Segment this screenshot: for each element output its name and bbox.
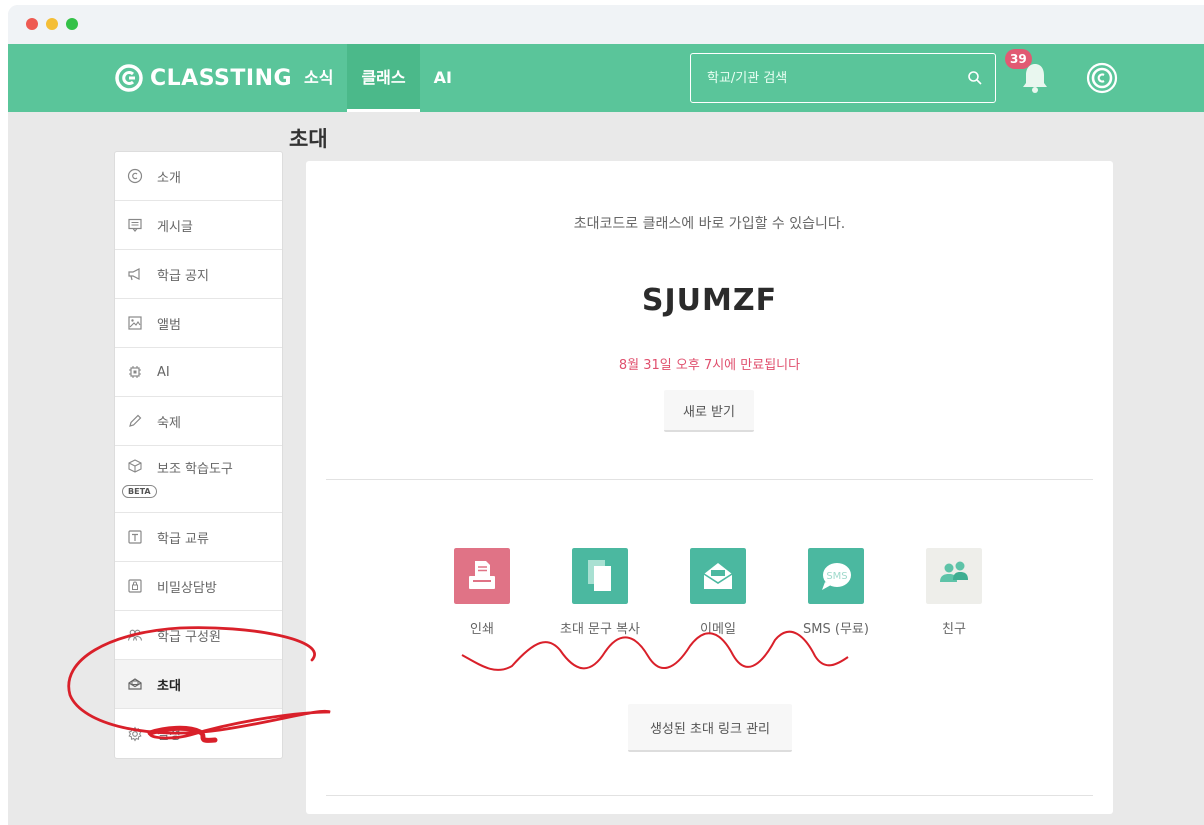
invite-description: 초대코드로 클래스에 바로 가입할 수 있습니다. [573,216,846,232]
close-window-button[interactable] [26,18,38,30]
nav-class[interactable]: 클래스 [347,44,420,112]
sidebar-item-label: 게시글 [157,219,193,235]
sidebar-item-invite[interactable]: 초대 [115,660,282,709]
nav-ai[interactable]: AI [420,44,466,112]
sidebar-item-intro[interactable]: 소개 [115,152,282,201]
chip-icon [129,366,141,378]
sidebar-item-ai[interactable]: AI [115,348,282,397]
minimize-window-button[interactable] [46,18,58,30]
option-label: 친구 [942,622,966,637]
sidebar-item-label: AI [157,364,170,380]
divider [326,479,1093,480]
manage-invite-links-button[interactable]: 생성된 초대 링크 관리 [628,704,792,752]
main-nav: 소식 클래스 AI [290,44,466,112]
board-icon [128,218,142,232]
friends-icon [926,548,982,604]
classting-logo-icon [115,64,143,92]
sidebar-item-settings[interactable]: 설정 [115,709,282,758]
sidebar-item-label: 학급 교류 [157,531,209,547]
sidebar-item-label: 비밀상담방 [157,580,217,596]
divider [326,795,1093,796]
option-copy-invite-text[interactable]: 초대 문구 복사 [540,548,660,637]
sidebar-item-secret-counseling[interactable]: 비밀상담방 [115,562,282,611]
school-search [690,53,996,103]
sidebar-item-label: 보조 학습도구 [157,462,233,477]
svg-text:SMS: SMS [826,571,847,582]
maximize-window-button[interactable] [66,18,78,30]
pencil-icon [129,414,142,427]
invite-icon [128,678,142,690]
sidebar-item-label: 소개 [157,170,181,186]
sidebar-item-notice[interactable]: 학급 공지 [115,250,282,299]
sidebar-item-label: 설정 [157,728,181,743]
refresh-code-button[interactable]: 새로 받기 [664,390,754,432]
search-icon[interactable] [967,70,983,86]
invite-card: 초대코드로 클래스에 바로 가입할 수 있습니다. SJUMZF 8월 31일 … [306,161,1113,814]
invite-expiry: 8월 31일 오후 7시에 만료됩니다 [618,358,801,373]
option-label: 이메일 [700,622,736,637]
lock-chat-icon [128,579,142,593]
sidebar-item-learning-tools[interactable]: 보조 학습도구 BETA [115,446,282,513]
class-sidebar: 소개 게시글 학급 공지 앨범 AI 숙제 보조 학습도구 BETA 학급 교류… [114,151,283,759]
exchange-icon [128,530,142,544]
sidebar-item-album[interactable]: 앨범 [115,299,282,348]
window-titlebar [8,5,1204,44]
gear-icon [128,726,142,741]
nav-news[interactable]: 소식 [290,44,347,112]
album-icon [128,316,142,330]
classting-logo[interactable]: CLASSTING [114,62,292,94]
notification-count-badge: 39 [1005,49,1032,69]
sidebar-item-label: 앨범 [157,317,181,333]
sidebar-item-label: 학급 공지 [157,268,209,284]
option-label: SMS (무료) [803,622,869,637]
print-icon [454,548,510,604]
sidebar-item-posts[interactable]: 게시글 [115,201,282,250]
megaphone-icon [128,268,140,281]
page-title: 초대 [289,127,328,151]
beta-badge: BETA [122,485,157,498]
copy-icon [572,548,628,604]
copyright-icon [127,168,143,184]
top-navigation-bar: CLASSTING 소식 클래스 AI 39 [8,44,1204,112]
browser-window: CLASSTING 소식 클래스 AI 39 초대 소개 [8,5,1204,825]
sidebar-item-label: 학급 구성원 [157,629,221,645]
cube-icon [128,459,142,473]
sidebar-item-label: 숙제 [157,415,181,431]
invite-code: SJUMZF [641,283,778,318]
option-sms[interactable]: SMS SMS (무료) [776,548,896,637]
sidebar-item-class-exchange[interactable]: 학급 교류 [115,513,282,562]
option-print[interactable]: 인쇄 [422,548,542,637]
option-email[interactable]: 이메일 [658,548,778,637]
sidebar-item-members[interactable]: 학급 구성원 [115,611,282,660]
option-friends[interactable]: 친구 [894,548,1014,637]
logo-text: CLASSTING [150,65,293,91]
sms-icon: SMS [808,548,864,604]
option-label: 인쇄 [470,622,494,637]
option-label: 초대 문구 복사 [559,622,641,637]
school-search-input[interactable] [691,54,951,102]
sidebar-item-homework[interactable]: 숙제 [115,397,282,446]
email-icon [690,548,746,604]
profile-avatar-icon[interactable] [1086,62,1118,94]
members-icon [127,629,143,641]
sidebar-item-label: 초대 [157,678,181,694]
